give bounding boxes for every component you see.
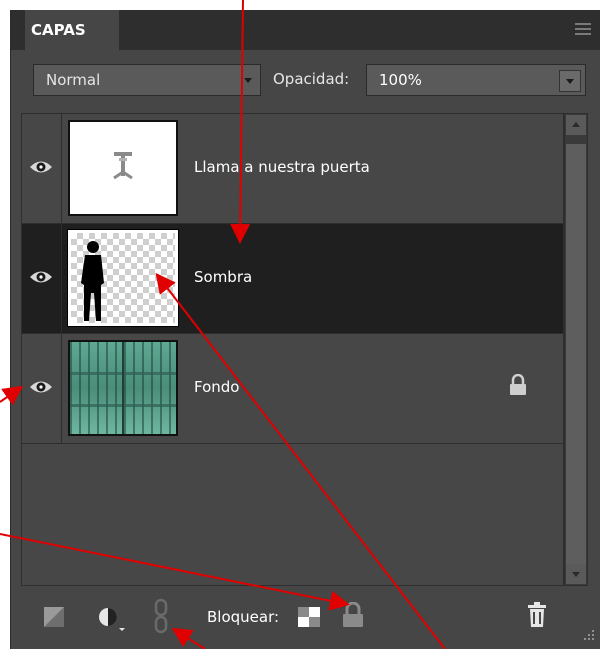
link-layers-icon[interactable] [153, 598, 169, 634]
scroll-thumb[interactable] [566, 144, 586, 564]
scroll-up-button[interactable] [566, 115, 586, 135]
tab-capas[interactable]: CAPAS [25, 10, 119, 50]
eye-icon [30, 271, 52, 283]
new-layer-icon[interactable] [43, 606, 67, 628]
layer-row[interactable]: Llama a nuestra puerta [22, 114, 563, 224]
layer-name[interactable]: Fondo [194, 378, 239, 396]
panel-titlebar: CAPAS [11, 10, 600, 50]
lock-icon [510, 374, 526, 395]
panel-menu-icon[interactable] [575, 23, 591, 37]
eye-icon [30, 161, 52, 173]
adjustment-layer-icon[interactable] [97, 606, 127, 632]
eye-icon [30, 381, 52, 393]
person-silhouette-icon [81, 241, 104, 321]
layer-thumbnail [67, 229, 179, 327]
visibility-toggle[interactable] [22, 334, 62, 443]
lock-label: Bloquear: [207, 608, 280, 626]
layer-name[interactable]: Llama a nuestra puerta [194, 158, 370, 176]
opacity-dropdown-button[interactable] [559, 70, 581, 92]
lock-all-icon[interactable] [341, 602, 365, 628]
blend-mode-value: Normal [46, 71, 101, 89]
text-type-icon [113, 152, 133, 180]
layers-panel: CAPAS Normal Opacidad: 100% Llama a nues… [10, 10, 600, 649]
scroll-down-button[interactable] [566, 564, 586, 584]
opacity-label: Opacidad: [273, 70, 350, 88]
delete-layer-icon[interactable] [526, 602, 548, 628]
visibility-toggle[interactable] [22, 114, 62, 223]
layer-row[interactable]: Sombra [22, 224, 563, 334]
layer-list-scrollbar[interactable] [564, 113, 588, 586]
visibility-toggle[interactable] [22, 224, 62, 333]
resize-grip-icon[interactable] [581, 629, 595, 643]
layer-row[interactable]: Fondo [22, 334, 563, 444]
door-texture [70, 342, 176, 434]
opacity-input[interactable]: 100% [366, 64, 586, 96]
opacity-value: 100% [379, 71, 422, 89]
layer-thumbnail [68, 340, 178, 436]
layer-name[interactable]: Sombra [194, 268, 252, 286]
blend-mode-select[interactable]: Normal [33, 64, 261, 96]
layer-list: Llama a nuestra puerta Sombra Fondo [21, 113, 564, 586]
lock-transparency-icon[interactable] [297, 606, 321, 628]
layer-thumbnail [68, 120, 178, 216]
chevron-down-icon [244, 78, 252, 83]
panel-footer: Bloquear: [11, 588, 600, 649]
